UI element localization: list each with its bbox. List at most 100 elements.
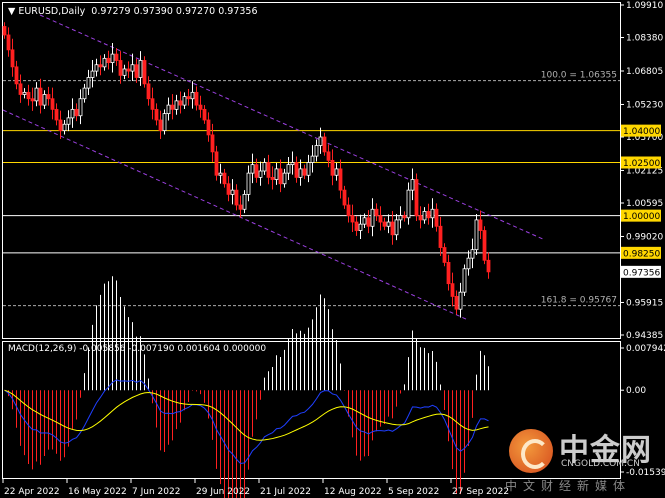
- candle-body: [30, 98, 35, 102]
- candle-body: [6, 34, 11, 51]
- watermark-tagline: 中文财经新媒体: [505, 479, 632, 493]
- candle-body: [62, 123, 67, 132]
- candle-body: [470, 249, 475, 259]
- candle-body: [82, 87, 87, 100]
- candle-body: [150, 98, 155, 110]
- candle-body: [474, 219, 479, 251]
- candle-body: [382, 221, 387, 227]
- candle-body: [254, 164, 259, 178]
- candle-body: [34, 87, 39, 102]
- candle-body: [46, 94, 51, 100]
- candle-body: [2, 26, 7, 36]
- level-price-label: 0.98250: [623, 249, 660, 259]
- candle-body: [190, 91, 195, 100]
- level-price-label: 1.00000: [623, 212, 660, 222]
- x-tick-label: 21 Jul 2022: [260, 487, 311, 497]
- y-tick-label: 1.05230: [626, 100, 663, 110]
- x-tick-label: 27 Sep 2022: [452, 487, 509, 497]
- candle-body: [430, 208, 435, 219]
- candle-body: [446, 262, 451, 285]
- y-tick-label: 0.94385: [626, 331, 663, 341]
- y-tick-label: 0.95915: [626, 298, 663, 308]
- macd-line: [4, 379, 489, 464]
- candle-body: [450, 283, 455, 297]
- price-panel-frame: [2, 2, 621, 339]
- candle-body: [94, 64, 99, 72]
- candle-body: [234, 189, 239, 206]
- candle-body: [286, 164, 291, 174]
- candle-body: [162, 113, 167, 132]
- candle-body: [406, 189, 411, 219]
- candle-body: [314, 145, 319, 157]
- dropdown-triangle-icon[interactable]: ▼: [8, 6, 18, 17]
- candle-body: [126, 68, 131, 72]
- candle-body: [198, 104, 203, 110]
- candle-body: [110, 53, 115, 64]
- candle-body: [206, 119, 211, 136]
- candle-body: [398, 215, 403, 221]
- chart-header: ▼ EURUSD,Daily 0.97279 0.97390 0.97270 0…: [8, 6, 258, 17]
- candle-body: [458, 291, 463, 310]
- candle-body: [330, 159, 335, 176]
- candle-body: [266, 162, 271, 178]
- candle-body: [478, 219, 483, 231]
- candle-body: [78, 98, 83, 117]
- candle-body: [98, 64, 103, 68]
- candle-body: [434, 208, 439, 227]
- candle-body: [306, 162, 311, 176]
- candle-body: [418, 215, 423, 221]
- candle-body: [166, 104, 171, 115]
- candle-body: [298, 168, 303, 178]
- candle-body: [422, 210, 427, 221]
- candle-body: [186, 96, 191, 100]
- candle-body: [402, 215, 407, 219]
- candle-body: [50, 98, 55, 110]
- candle-body: [334, 168, 339, 176]
- candle-body: [410, 179, 415, 191]
- candle-body: [246, 172, 251, 195]
- candle-body: [310, 155, 315, 163]
- candle-body: [278, 168, 283, 185]
- candle-body: [270, 176, 275, 180]
- candle-body: [102, 57, 107, 68]
- candle-body: [214, 151, 219, 176]
- candle-body: [54, 108, 59, 121]
- channel-lower-line: [2, 109, 469, 321]
- candle-body: [90, 70, 95, 78]
- fibo-label: 100.0 = 1.06355: [541, 71, 617, 81]
- candle-body: [70, 108, 75, 119]
- x-tick-label: 7 Jun 2022: [132, 487, 180, 497]
- candle-body: [122, 68, 127, 76]
- symbol-label: EURUSD,Daily: [18, 6, 86, 17]
- fibo-label: 161.8 = 0.95767: [541, 296, 617, 306]
- price-chart[interactable]: 1.099101.083801.068051.052301.037001.021…: [0, 0, 665, 498]
- candle-body: [118, 60, 123, 76]
- candle-body: [486, 259, 491, 273]
- candle-body: [354, 221, 359, 231]
- candle-body: [238, 204, 243, 210]
- candle-body: [170, 104, 175, 110]
- candle-body: [262, 162, 267, 172]
- candle-body: [134, 64, 139, 78]
- candle-body: [442, 247, 447, 263]
- x-tick-label: 12 Aug 2022: [324, 487, 382, 497]
- candle-body: [282, 172, 287, 185]
- candle-body: [414, 179, 419, 217]
- candle-body: [142, 60, 147, 85]
- candle-body: [26, 91, 31, 100]
- candle-body: [338, 168, 343, 191]
- y-tick-label: 1.08380: [626, 34, 663, 44]
- candle-body: [482, 230, 487, 261]
- signal-line: [4, 389, 489, 441]
- candle-body: [374, 208, 379, 217]
- candle-body: [346, 204, 351, 217]
- candle-body: [86, 77, 91, 89]
- x-tick-label: 16 May 2022: [68, 487, 127, 497]
- chart-window[interactable]: 1.09910 1.08380 1.06805 1.05230 1.03700 1.021…: [0, 0, 665, 498]
- candle-body: [290, 162, 295, 166]
- candle-body: [438, 225, 443, 248]
- channel-upper-line: [39, 14, 546, 241]
- candle-body: [230, 189, 235, 195]
- candle-body: [362, 217, 367, 225]
- candle-body: [178, 100, 183, 106]
